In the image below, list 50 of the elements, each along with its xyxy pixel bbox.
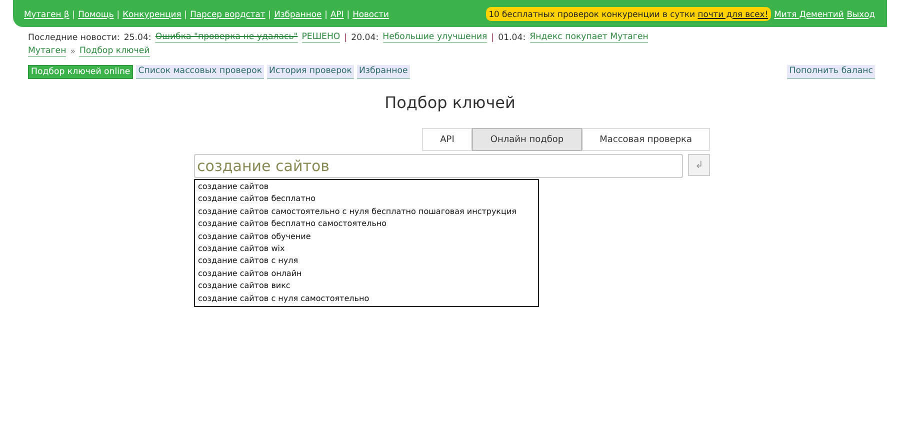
- separator: |: [116, 8, 120, 18]
- sub-nav-tab[interactable]: Подбор ключей online: [28, 65, 134, 79]
- breadcrumb-link[interactable]: Мутаген: [28, 46, 66, 57]
- nav-link[interactable]: Конкуренция: [122, 8, 182, 18]
- nav-link[interactable]: Избранное: [274, 8, 322, 18]
- separator: |: [268, 8, 272, 18]
- suggestion-item[interactable]: создание сайтов с нуля самостоятельно: [198, 292, 538, 306]
- mode-tab[interactable]: API: [422, 128, 472, 151]
- news-label: Последние новости:: [28, 32, 120, 42]
- sub-nav-tab[interactable]: Избранное: [357, 65, 410, 79]
- nav-link[interactable]: Помощь: [78, 8, 114, 18]
- news-date: 01.04:: [498, 32, 526, 42]
- sub-nav-tab[interactable]: Список массовых проверок: [136, 65, 264, 79]
- suggestion-item[interactable]: создание сайтов самостоятельно с нуля бесплатно пошаговая инструкция: [198, 206, 538, 218]
- nav-link[interactable]: Парсер вордстат: [190, 8, 266, 18]
- page-title: Подбор ключей: [384, 93, 516, 112]
- news-status-link[interactable]: РЕШЕНО: [302, 32, 340, 43]
- suggestion-item[interactable]: создание сайтов викс: [198, 280, 538, 293]
- news-link[interactable]: Небольшие улучшения: [382, 32, 488, 43]
- search-field[interactable]: создание сайтов: [194, 154, 683, 178]
- promo-banner: 10 бесплатных проверок конкуренции в сутки почти для всех!: [486, 6, 772, 20]
- mode-tab[interactable]: Онлайн подбор: [472, 128, 582, 151]
- logout-link[interactable]: Выход: [846, 8, 875, 18]
- suggestion-item[interactable]: создание сайтов обучение: [198, 230, 538, 244]
- suggestion-item[interactable]: создание сайтов онлайн: [198, 268, 538, 280]
- nav-link[interactable]: Мутаген β: [24, 8, 70, 18]
- news-link[interactable]: Ошибка "проверка не удалась": [155, 32, 298, 43]
- suggestion-item[interactable]: создание сайтов бесплатно самостоятельно: [198, 218, 538, 231]
- separator: |: [184, 8, 188, 18]
- news-date: 25.04:: [124, 32, 152, 42]
- suggestion-item[interactable]: создание сайтов бесплатно: [198, 193, 538, 206]
- separator: |: [72, 8, 76, 18]
- balance-button[interactable]: Пополнить баланс: [787, 65, 875, 79]
- promo-link[interactable]: почти для всех!: [698, 8, 768, 18]
- suggestion-item[interactable]: создание сайтов с нуля: [198, 255, 538, 268]
- separator: |: [344, 32, 348, 42]
- breadcrumb-separator: »: [70, 46, 76, 56]
- breadcrumb-link[interactable]: Подбор ключей: [79, 46, 150, 57]
- user-link[interactable]: Митя Дементий: [774, 8, 844, 18]
- news-date: 20.04:: [351, 32, 379, 42]
- news-link[interactable]: Яндекс покупает Мутаген: [530, 32, 648, 43]
- separator: |: [491, 32, 494, 42]
- suggestion-item[interactable]: создание сайтов: [198, 181, 538, 194]
- mode-tab[interactable]: Массовая проверка: [582, 128, 710, 151]
- separator: |: [346, 8, 350, 18]
- sub-nav-tab[interactable]: История проверок: [267, 65, 354, 79]
- nav-link[interactable]: API: [330, 8, 344, 18]
- separator: |: [324, 8, 328, 18]
- suggestion-item[interactable]: создание сайтов wix: [198, 243, 538, 256]
- nav-link[interactable]: Новости: [352, 8, 389, 18]
